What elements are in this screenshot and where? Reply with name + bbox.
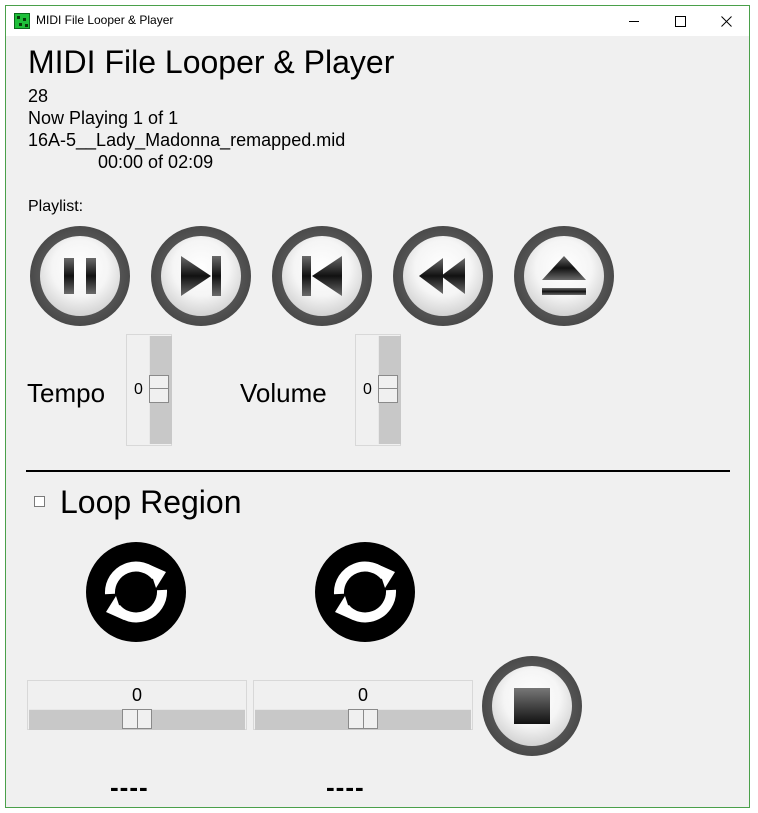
tempo-value: 0 — [134, 381, 143, 398]
rewind-icon — [419, 258, 465, 294]
pause-icon — [64, 258, 96, 294]
maximize-icon — [674, 15, 686, 27]
loop-start-slider[interactable]: 0 — [27, 680, 247, 730]
close-button[interactable] — [703, 6, 749, 36]
next-track-button[interactable] — [151, 226, 251, 326]
eject-icon — [542, 256, 586, 295]
loop-start-value: 0 — [131, 685, 142, 705]
close-icon — [720, 15, 732, 27]
now-playing-text: Now Playing 1 of 1 — [28, 108, 179, 128]
loop-end-slider-thumb[interactable] — [348, 709, 378, 729]
loop-start-slider-thumb[interactable] — [122, 709, 152, 729]
title-bar[interactable]: MIDI File Looper & Player — [6, 6, 749, 36]
rewind-button[interactable] — [393, 226, 493, 326]
loop-region-label[interactable]: Loop Region — [60, 484, 241, 521]
playback-time: 00:00 of 02:09 — [98, 152, 214, 172]
refresh-icon — [86, 542, 186, 642]
volume-slider[interactable]: 0 — [355, 334, 401, 446]
previous-track-icon — [302, 256, 342, 296]
previous-track-button[interactable] — [272, 226, 372, 326]
loop-region-checkbox[interactable] — [34, 496, 45, 507]
app-icon — [14, 13, 30, 29]
next-track-icon — [181, 256, 221, 296]
pause-button[interactable] — [30, 226, 130, 326]
minimize-icon — [629, 20, 639, 22]
page-title: MIDI File Looper & Player — [28, 44, 395, 80]
loop-end-slider[interactable]: 0 — [253, 680, 473, 730]
section-divider — [26, 470, 730, 472]
stop-button[interactable] — [482, 656, 582, 756]
loop-start-set-button[interactable] — [86, 542, 186, 642]
minimize-button[interactable] — [611, 6, 657, 36]
maximize-button[interactable] — [657, 6, 703, 36]
tempo-slider[interactable]: 0 — [126, 334, 172, 446]
loop-end-display: ---- — [326, 772, 365, 802]
playlist-label: Playlist: — [28, 198, 84, 215]
volume-label: Volume — [240, 378, 327, 408]
window-title: MIDI File Looper & Player — [36, 13, 174, 27]
loop-start-display: ---- — [110, 772, 149, 802]
loop-end-set-button[interactable] — [315, 542, 415, 642]
app-window: MIDI File Looper & Player MIDI File Loop… — [5, 5, 750, 808]
loop-end-value: 0 — [357, 685, 368, 705]
refresh-icon — [315, 542, 415, 642]
tempo-slider-thumb[interactable] — [149, 375, 169, 403]
current-filename: 16A-5__Lady_Madonna_remapped.mid — [28, 130, 346, 150]
file-count: 28 — [28, 86, 49, 106]
tempo-label: Tempo — [27, 378, 106, 408]
eject-button[interactable] — [514, 226, 614, 326]
stop-icon — [514, 688, 550, 724]
volume-value: 0 — [363, 381, 372, 398]
volume-slider-thumb[interactable] — [378, 375, 398, 403]
